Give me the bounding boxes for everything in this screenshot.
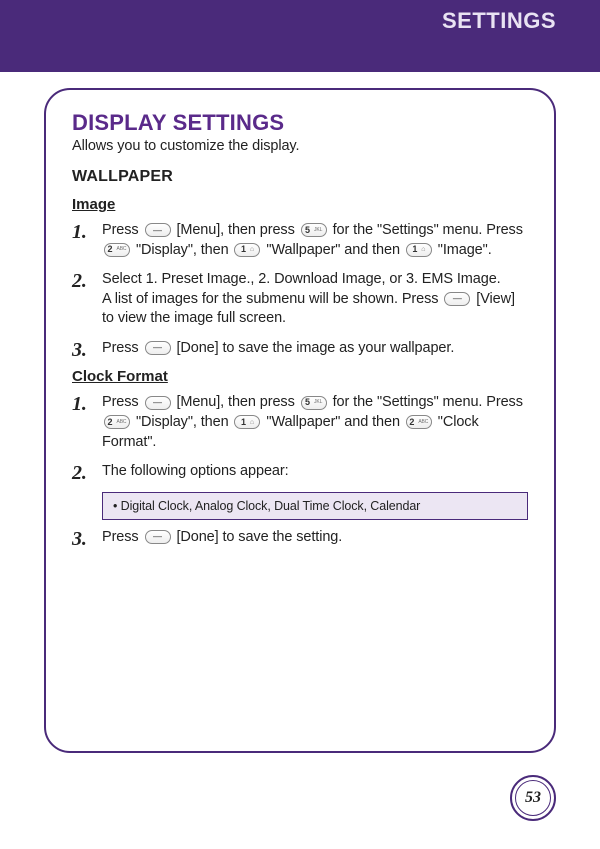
step-number: 3. <box>72 526 87 553</box>
softkey-icon <box>145 396 171 410</box>
step-number: 1. <box>72 219 87 246</box>
step: 1. Press [Menu], then press for the "Set… <box>72 393 528 452</box>
key-2-icon <box>104 415 130 429</box>
step-text: "Wallpaper" and then <box>266 242 403 258</box>
section-title: DISPLAY SETTINGS <box>72 110 528 136</box>
step-text: [Menu], then press <box>176 394 298 410</box>
step-text: [Done] to save the image as your wallpap… <box>176 340 454 356</box>
key-1-icon <box>234 415 260 429</box>
key-2-icon <box>406 415 432 429</box>
step: 2. Select 1. Preset Image., 2. Download … <box>72 270 528 329</box>
page-number: 53 <box>515 780 551 816</box>
clock-steps: 1. Press [Menu], then press for the "Set… <box>72 393 528 481</box>
wallpaper-heading: WALLPAPER <box>72 168 528 186</box>
step-text: "Wallpaper" and then <box>266 414 403 430</box>
step-text: Press <box>102 394 143 410</box>
step-text: "Image". <box>438 242 492 258</box>
softkey-icon <box>145 223 171 237</box>
header-bar: SETTINGS <box>0 0 600 72</box>
image-steps: 1. Press [Menu], then press for the "Set… <box>72 221 528 358</box>
key-5-icon <box>301 223 327 237</box>
key-1-icon <box>234 243 260 257</box>
step-text: "Display", then <box>136 414 233 430</box>
step: 3. Press [Done] to save the image as you… <box>72 339 528 359</box>
clock-subheading: Clock Format <box>72 368 528 385</box>
step-text: [Done] to save the setting. <box>176 529 342 545</box>
step-number: 3. <box>72 337 87 364</box>
step-text: [Menu], then press <box>176 222 298 238</box>
page-title: SETTINGS <box>442 8 556 34</box>
step-number: 2. <box>72 460 87 487</box>
step-text: Press <box>102 529 143 545</box>
page-number-badge: 53 <box>510 775 556 821</box>
step-text: "Display", then <box>136 242 233 258</box>
softkey-icon <box>145 530 171 544</box>
key-2-icon <box>104 243 130 257</box>
clock-steps-cont: 3. Press [Done] to save the setting. <box>72 528 528 548</box>
page: SETTINGS DISPLAY SETTINGS Allows you to … <box>0 0 600 849</box>
softkey-icon <box>145 341 171 355</box>
step: 2. The following options appear: <box>72 462 528 482</box>
step-text: A list of images for the submenu will be… <box>102 291 442 307</box>
image-subheading: Image <box>72 196 528 213</box>
step: 1. Press [Menu], then press for the "Set… <box>72 221 528 260</box>
step-number: 1. <box>72 391 87 418</box>
key-5-icon <box>301 396 327 410</box>
step: 3. Press [Done] to save the setting. <box>72 528 528 548</box>
key-1-icon <box>406 243 432 257</box>
step-text: Press <box>102 340 143 356</box>
options-box: • Digital Clock, Analog Clock, Dual Time… <box>102 492 528 520</box>
step-text: for the "Settings" menu. Press <box>333 394 523 410</box>
step-text: for the "Settings" menu. Press <box>333 222 523 238</box>
step-text: Press <box>102 222 143 238</box>
section-subtitle: Allows you to customize the display. <box>72 138 528 154</box>
step-number: 2. <box>72 268 87 295</box>
step-text: Select 1. Preset Image., 2. Download Ima… <box>102 271 501 287</box>
softkey-icon <box>444 292 470 306</box>
step-text: The following options appear: <box>102 463 289 479</box>
content-panel: DISPLAY SETTINGS Allows you to customize… <box>44 88 556 753</box>
